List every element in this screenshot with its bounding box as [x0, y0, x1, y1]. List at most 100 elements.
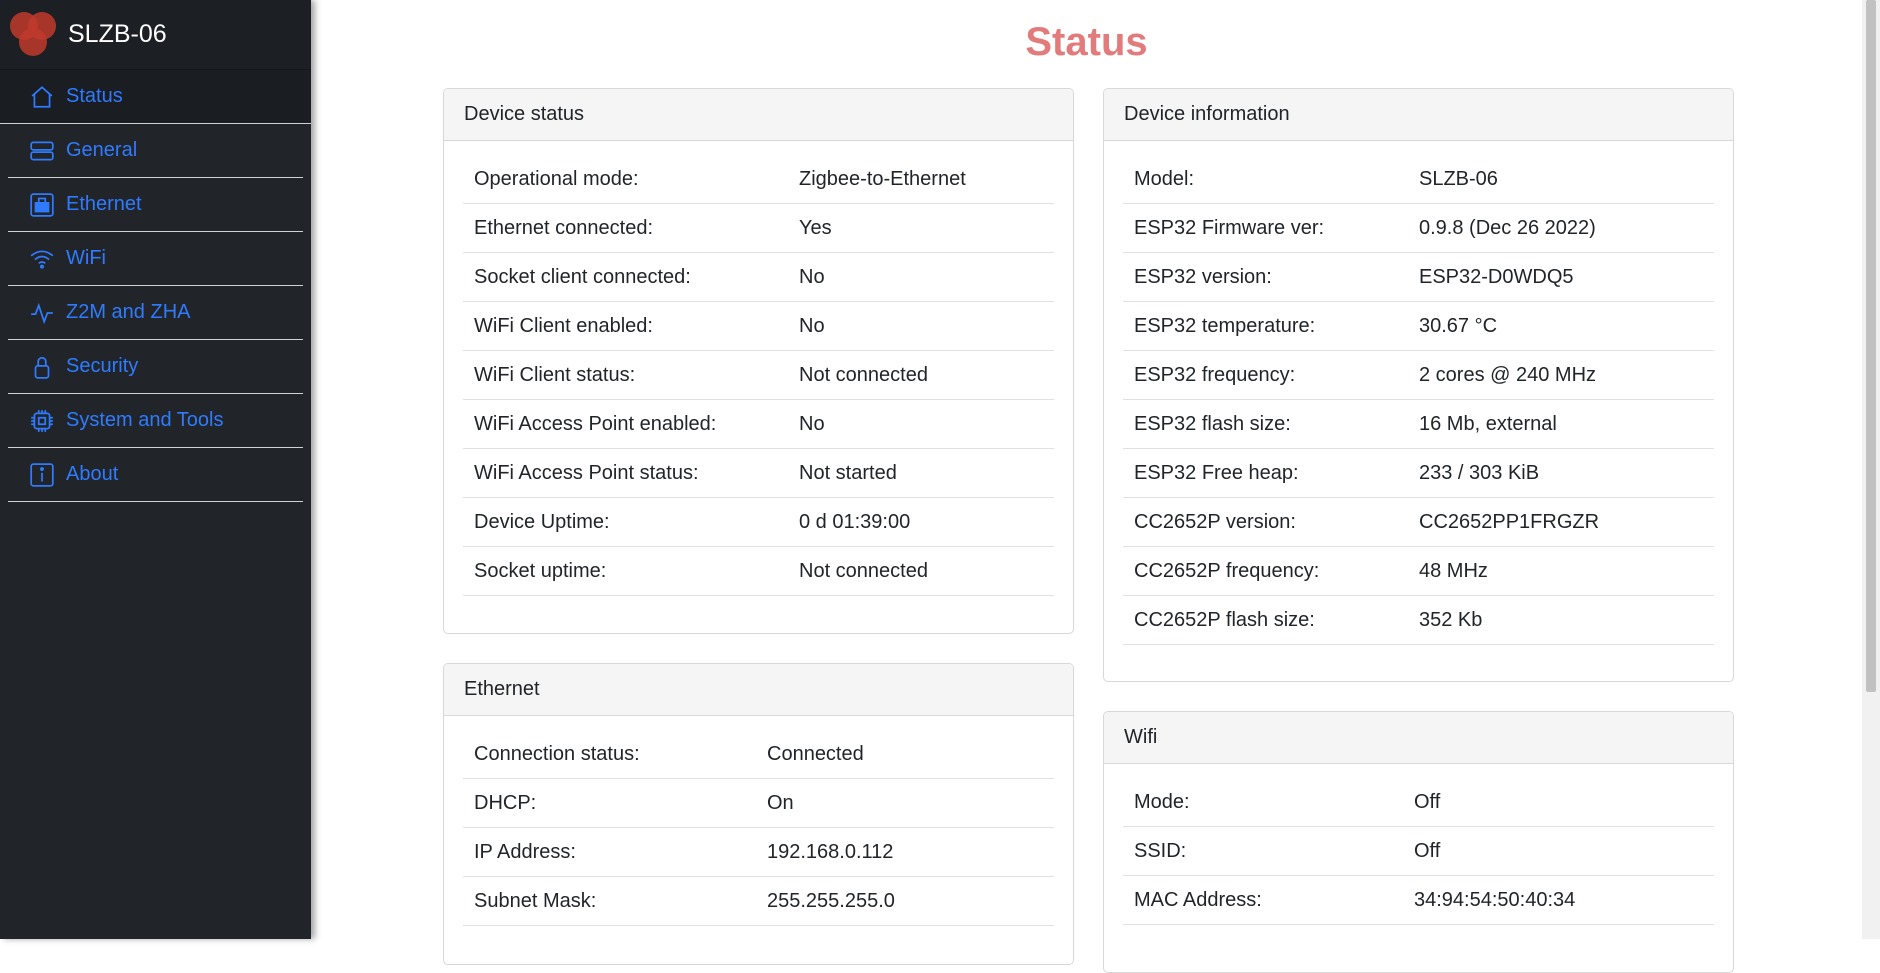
row-label: Model: [1134, 167, 1195, 190]
row-label: IP Address: [474, 840, 576, 863]
row-label: Connection status: [474, 742, 640, 765]
row-value: Not connected [799, 559, 928, 582]
info-icon [28, 461, 56, 489]
cpu-icon [28, 407, 56, 435]
table-row: Connection status: Connected [463, 730, 1054, 779]
table-row: CC2652P flash size: 352 Kb [1123, 596, 1714, 645]
row-label: WiFi Client status: [474, 363, 636, 386]
row-label: ESP32 frequency: [1134, 363, 1296, 386]
sidebar-item-about[interactable]: About [8, 448, 303, 502]
row-label: Operational mode: [474, 167, 639, 190]
ethernet-icon [28, 191, 56, 219]
row-value: 2 cores @ 240 MHz [1419, 363, 1597, 386]
wifi-icon [28, 245, 56, 273]
ethernet-card: Ethernet Connection status: Connected DHCP… [443, 663, 1074, 965]
activity-icon [28, 299, 56, 327]
table-row: Model: SLZB-06 [1123, 155, 1714, 204]
table-row: ESP32 version: ESP32-D0WDQ5 [1123, 253, 1714, 302]
row-value: 0.9.8 (Dec 26 2022) [1419, 216, 1596, 239]
sidebar-item-label: General [66, 139, 138, 161]
table-row: WiFi Client status: Not connected [463, 351, 1054, 400]
card-header: Ethernet [444, 664, 1073, 716]
sidebar-item-system-tools[interactable]: System and Tools [8, 394, 303, 448]
row-value: Yes [799, 216, 832, 239]
row-label: Ethernet connected: [474, 216, 654, 239]
sidebar-item-wifi[interactable]: WiFi [8, 232, 303, 286]
main-content: Status Device status Operational mode: Zi… [311, 0, 1880, 973]
scrollbar-thumb[interactable] [1866, 0, 1876, 692]
card-header: Device status [444, 89, 1073, 141]
row-value: 192.168.0.112 [767, 840, 894, 863]
card-header: Wifi [1104, 712, 1733, 764]
device-information-card: Device information Model: SLZB-06 ESP32 Fi… [1103, 88, 1734, 682]
row-label: CC2652P flash size: [1134, 608, 1315, 631]
server-icon [28, 137, 56, 165]
table-row: ESP32 Free heap: 233 / 303 KiB [1123, 449, 1714, 498]
table-row: CC2652P version: CC2652PP1FRGZR [1123, 498, 1714, 547]
row-value: 352 Kb [1419, 608, 1483, 631]
row-label: ESP32 version: [1134, 265, 1272, 288]
table-row: WiFi Client enabled: No [463, 302, 1054, 351]
table-row: ESP32 flash size: 16 Mb, external [1123, 400, 1714, 449]
sidebar-item-label: WiFi [66, 247, 106, 269]
table-row: ESP32 temperature: 30.67 °C [1123, 302, 1714, 351]
table-row: WiFi Access Point enabled: No [463, 400, 1054, 449]
sidebar-item-label: Status [66, 85, 123, 107]
device-status-card: Device status Operational mode: Zigbee-to… [443, 88, 1074, 634]
home-icon [28, 83, 56, 111]
row-label: Device Uptime: [474, 510, 610, 533]
sidebar-item-status[interactable]: Status [0, 70, 311, 124]
row-label: SSID: [1134, 839, 1187, 862]
row-label: CC2652P frequency: [1134, 559, 1320, 582]
row-value: No [799, 265, 825, 288]
table-row: ESP32 frequency: 2 cores @ 240 MHz [1123, 351, 1714, 400]
row-label: Socket client connected: [474, 265, 691, 288]
row-label: Subnet Mask: [474, 889, 597, 912]
table-row: Ethernet connected: Yes [463, 204, 1054, 253]
page-title: Status [1025, 20, 1148, 64]
sidebar-item-ethernet[interactable]: Ethernet [8, 178, 303, 232]
sidebar-item-security[interactable]: Security [8, 340, 303, 394]
row-value: CC2652PP1FRGZR [1419, 510, 1600, 533]
row-value: ESP32-D0WDQ5 [1419, 265, 1574, 288]
lock-icon [28, 353, 56, 381]
row-value: 0 d 01:39:00 [799, 510, 911, 533]
row-value: Zigbee-to-Ethernet [799, 167, 966, 190]
row-value: SLZB-06 [1419, 167, 1498, 190]
table-row: IP Address: 192.168.0.112 [463, 828, 1054, 877]
row-value: 16 Mb, external [1419, 412, 1557, 435]
row-value: Off [1414, 839, 1441, 862]
table-row: CC2652P frequency: 48 MHz [1123, 547, 1714, 596]
wifi-card: Wifi Mode: Off SSID: Off MAC Address: 34:94:5… [1103, 711, 1734, 973]
row-label: ESP32 Firmware ver: [1134, 216, 1325, 239]
table-row: Mode: Off [1123, 778, 1714, 827]
table-row: ESP32 Firmware ver: 0.9.8 (Dec 26 2022) [1123, 204, 1714, 253]
row-label: ESP32 flash size: [1134, 412, 1291, 435]
card-header: Device information [1104, 89, 1733, 141]
app-title: SLZB-06 [68, 20, 167, 48]
row-label: WiFi Client enabled: [474, 314, 653, 337]
row-value: 48 MHz [1419, 559, 1488, 582]
table-row: DHCP: On [463, 779, 1054, 828]
logo-icon [8, 10, 58, 60]
row-label: ESP32 Free heap: [1134, 461, 1299, 484]
table-row: Socket uptime: Not connected [463, 547, 1054, 596]
row-value: 34:94:54:50:40:34 [1414, 888, 1576, 911]
row-label: CC2652P version: [1134, 510, 1296, 533]
sidebar-item-general[interactable]: General [8, 124, 303, 178]
table-row: MAC Address: 34:94:54:50:40:34 [1123, 876, 1714, 925]
table-row: Subnet Mask: 255.255.255.0 [463, 877, 1054, 926]
scrollbar[interactable] [1862, 0, 1880, 939]
row-value: Not connected [799, 363, 928, 386]
table-row: Device Uptime: 0 d 01:39:00 [463, 498, 1054, 547]
table-row: SSID: Off [1123, 827, 1714, 876]
table-row: Socket client connected: No [463, 253, 1054, 302]
table-row: Operational mode: Zigbee-to-Ethernet [463, 155, 1054, 204]
sidebar-item-label: Ethernet [66, 193, 142, 215]
row-label: Mode: [1134, 790, 1190, 813]
sidebar-item-label: Z2M and ZHA [66, 301, 191, 323]
sidebar-item-label: About [66, 463, 119, 485]
row-value: No [799, 314, 825, 337]
brand[interactable]: SLZB-06 [0, 0, 311, 70]
sidebar-item-z2m-zha[interactable]: Z2M and ZHA [8, 286, 303, 340]
